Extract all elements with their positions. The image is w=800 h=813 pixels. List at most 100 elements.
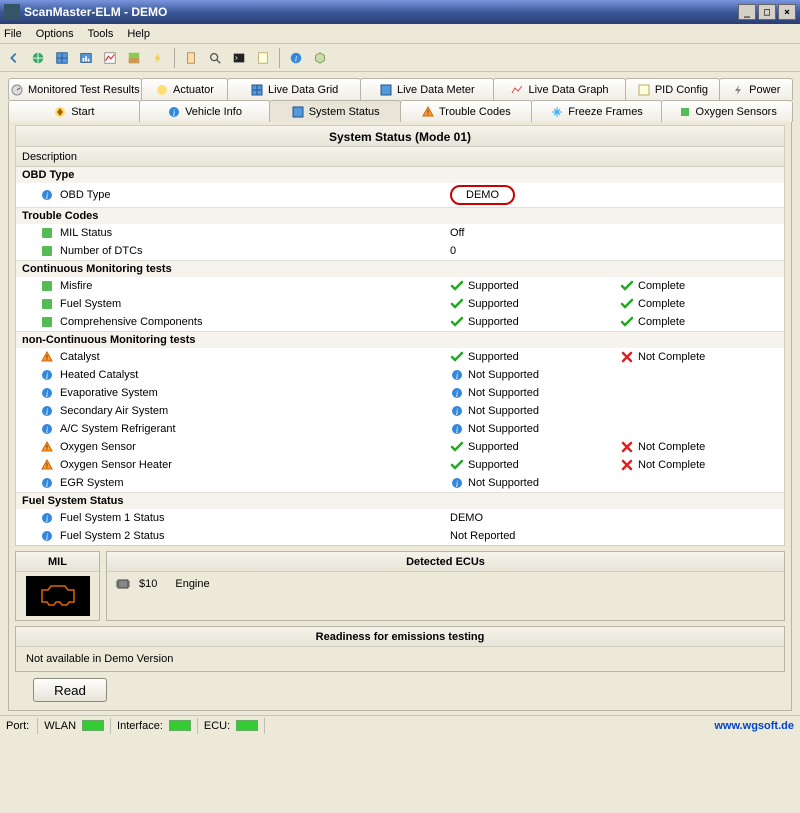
svg-text:!: ! xyxy=(46,355,48,362)
info-icon[interactable]: i xyxy=(286,48,306,68)
detected-ecus-panel: Detected ECUs $10 Engine xyxy=(106,551,785,621)
grid-row-dtcs: Number of DTCs 0 xyxy=(16,242,784,260)
cube-icon[interactable] xyxy=(310,48,330,68)
row-name: Catalyst xyxy=(60,351,450,363)
graph-icon[interactable] xyxy=(100,48,120,68)
grid-icon[interactable] xyxy=(52,48,72,68)
ecu-led-icon xyxy=(236,720,258,731)
tab-vehicle-info[interactable]: iVehicle Info xyxy=(139,100,271,122)
complete-icon xyxy=(620,458,634,472)
title-bar: ScanMaster-ELM - DEMO _ □ × xyxy=(0,0,800,24)
tab-live-data-meter[interactable]: Live Data Meter xyxy=(360,78,494,100)
search-icon[interactable] xyxy=(205,48,225,68)
status-icon xyxy=(450,440,464,454)
readiness-panel: Readiness for emissions testing Not avai… xyxy=(15,626,785,672)
footer-link[interactable]: www.wgsoft.de xyxy=(714,720,794,732)
row-name: EGR System xyxy=(60,477,450,489)
tab-start[interactable]: Start xyxy=(8,100,140,122)
grid-row-o2: ! Oxygen Sensor Supported Not Complete xyxy=(16,438,784,456)
maximize-button[interactable]: □ xyxy=(758,4,776,20)
complete-text: Complete xyxy=(638,298,685,310)
terminal-icon[interactable] xyxy=(229,48,249,68)
grid-row-fuel: Fuel System Supported Complete xyxy=(16,295,784,313)
meter-icon[interactable] xyxy=(76,48,96,68)
grid-row-fs2: i Fuel System 2 Status Not Reported xyxy=(16,527,784,545)
close-button[interactable]: × xyxy=(778,4,796,20)
value-text: DEMO xyxy=(450,185,515,205)
menu-tools[interactable]: Tools xyxy=(88,28,114,40)
read-button[interactable]: Read xyxy=(33,678,107,702)
status-bar: Port: WLAN Interface: ECU: www.wgsoft.de xyxy=(0,715,800,735)
status-icon xyxy=(450,279,464,293)
warning-icon: ! xyxy=(40,458,54,472)
globe-icon[interactable] xyxy=(28,48,48,68)
menu-file[interactable]: File xyxy=(4,28,22,40)
tab-trouble-codes[interactable]: !Trouble Codes xyxy=(400,100,532,122)
map-icon[interactable] xyxy=(124,48,144,68)
back-icon[interactable] xyxy=(4,48,24,68)
tab-live-data-graph[interactable]: Live Data Graph xyxy=(493,78,627,100)
interface-led-icon xyxy=(169,720,191,731)
status-icon: i xyxy=(450,404,464,418)
info-icon: i xyxy=(40,404,54,418)
status-icon xyxy=(450,315,464,329)
row-name: OBD Type xyxy=(60,189,450,201)
ecu-row: $10 Engine xyxy=(107,572,784,596)
tab-actuator[interactable]: Actuator xyxy=(141,78,229,100)
row-name: Oxygen Sensor Heater xyxy=(60,459,450,471)
info-icon: i xyxy=(40,188,54,202)
info-icon: i xyxy=(40,529,54,543)
complete-icon xyxy=(620,440,634,454)
menu-help[interactable]: Help xyxy=(127,28,150,40)
mil-header: MIL xyxy=(16,552,99,572)
minimize-button[interactable]: _ xyxy=(738,4,756,20)
row-name: Fuel System xyxy=(60,298,450,310)
row-name: Fuel System 2 Status xyxy=(60,530,450,542)
chip-icon xyxy=(115,577,131,591)
grid-row-ac: i A/C System Refrigerant iNot Supported xyxy=(16,420,784,438)
readiness-body: Not available in Demo Version xyxy=(16,647,784,671)
grid-row-obd_type: i OBD Type DEMO xyxy=(16,183,784,207)
tab-system-status[interactable]: System Status xyxy=(269,100,401,122)
row-name: Comprehensive Components xyxy=(60,316,450,328)
status-ok-icon xyxy=(40,297,54,311)
row-name: Misfire xyxy=(60,280,450,292)
system-status-panel: System Status (Mode 01) Description OBD … xyxy=(8,122,792,711)
svg-text:!: ! xyxy=(427,110,429,117)
tab-pid-config[interactable]: PID Config xyxy=(625,78,719,100)
ecu-address: $10 xyxy=(139,578,157,590)
grid-row-o2h: ! Oxygen Sensor Heater Supported Not Com… xyxy=(16,456,784,474)
svg-text:!: ! xyxy=(46,463,48,470)
status-ok-icon xyxy=(40,315,54,329)
info-icon: i xyxy=(40,422,54,436)
info-icon: i xyxy=(40,476,54,490)
bolt-icon[interactable] xyxy=(148,48,168,68)
tab-power[interactable]: Power xyxy=(719,78,793,100)
status-ok-icon xyxy=(40,244,54,258)
toolbar: i xyxy=(0,44,800,72)
row-name: Evaporative System xyxy=(60,387,450,399)
clipboard-icon[interactable] xyxy=(181,48,201,68)
tab-monitored-test-results[interactable]: Monitored Test Results xyxy=(8,78,142,100)
status-icon: i xyxy=(450,422,464,436)
info-icon: i xyxy=(40,386,54,400)
row-name: Heated Catalyst xyxy=(60,369,450,381)
grid-row-fs1: i Fuel System 1 Status DEMO xyxy=(16,509,784,527)
grid-category: Trouble Codes xyxy=(16,207,784,224)
description-header: Description xyxy=(15,147,785,167)
grid-category: Continuous Monitoring tests xyxy=(16,260,784,277)
tab-freeze-frames[interactable]: Freeze Frames xyxy=(531,100,663,122)
note-icon[interactable] xyxy=(253,48,273,68)
warning-icon: ! xyxy=(40,350,54,364)
status-wlan-label: WLAN xyxy=(44,720,76,732)
ecu-name: Engine xyxy=(175,578,209,590)
status-grid: OBD Type i OBD Type DEMO Trouble Codes M… xyxy=(15,167,785,546)
menu-options[interactable]: Options xyxy=(36,28,74,40)
panel-title: System Status (Mode 01) xyxy=(15,125,785,147)
tab-oxygen-sensors[interactable]: Oxygen Sensors xyxy=(661,100,793,122)
tabs-row-1: Monitored Test Results Actuator Live Dat… xyxy=(8,78,792,100)
tab-live-data-grid[interactable]: Live Data Grid xyxy=(227,78,361,100)
status-text: Supported xyxy=(468,280,519,292)
grid-row-mil: MIL Status Off xyxy=(16,224,784,242)
info-icon: i xyxy=(40,368,54,382)
